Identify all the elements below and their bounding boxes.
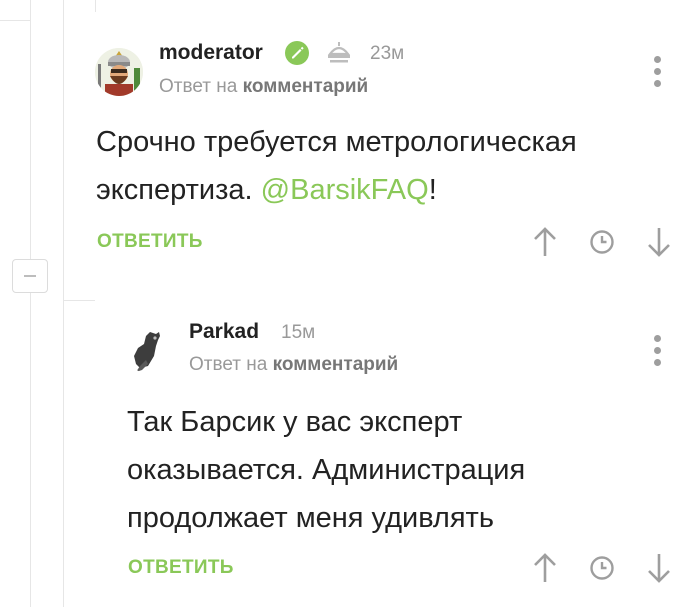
user-mention-link[interactable]: @BarsikFAQ [261, 174, 429, 206]
moderator-badge-icon [325, 39, 353, 70]
rate-down-icon[interactable] [646, 552, 672, 589]
comment-body: Срочно требуется метрологическая эксперт… [96, 118, 686, 214]
comment-time[interactable]: 15м [281, 322, 315, 344]
rate-up-icon[interactable] [532, 552, 558, 589]
thread-line-level1 [63, 0, 64, 607]
avatar [126, 326, 174, 374]
more-options-icon[interactable] [654, 335, 662, 371]
rate-down-icon[interactable] [646, 226, 672, 263]
comment-body-line: экспертиза. @BarsikFAQ! [96, 166, 686, 214]
comment-body-line: продолжает меня удивлять [127, 502, 494, 534]
thread-line-level0 [95, 0, 96, 12]
collapse-thread-button[interactable] [12, 259, 48, 293]
reply-to-prefix: Ответ на [159, 76, 238, 97]
comment-body-line: оказывается. Администрация [127, 454, 526, 486]
reply-button[interactable]: ОТВЕТИТЬ [97, 231, 203, 253]
thread-connector [63, 300, 95, 301]
rate-up-icon[interactable] [532, 226, 558, 263]
comment-body: Так Барсик у вас эксперт оказывается. Ад… [127, 398, 687, 542]
reply-button[interactable]: ОТВЕТИТЬ [128, 557, 234, 579]
author-name[interactable]: Parkad [189, 320, 259, 344]
avatar [95, 48, 143, 96]
comment-time[interactable]: 23м [370, 43, 404, 65]
save-for-later-icon[interactable] [589, 555, 615, 586]
edit-badge-icon [284, 40, 310, 71]
comment-body-line: Срочно требуется метрологическая [96, 126, 577, 158]
author-name[interactable]: moderator [159, 41, 263, 65]
reply-to-link[interactable]: Ответ на комментарий [159, 76, 368, 98]
reply-to-link[interactable]: Ответ на комментарий [189, 354, 398, 376]
comment-body-line: Так Барсик у вас эксперт [127, 406, 463, 438]
more-options-icon[interactable] [654, 56, 662, 92]
reply-to-prefix: Ответ на [189, 354, 268, 375]
reply-to-target[interactable]: комментарий [243, 76, 369, 97]
body-text-segment: экспертиза. [96, 174, 253, 206]
thread-line-root [30, 0, 31, 607]
body-text-segment: ! [428, 174, 437, 206]
reply-to-target[interactable]: комментарий [273, 354, 399, 375]
save-for-later-icon[interactable] [589, 229, 615, 260]
thread-connector [0, 20, 30, 21]
